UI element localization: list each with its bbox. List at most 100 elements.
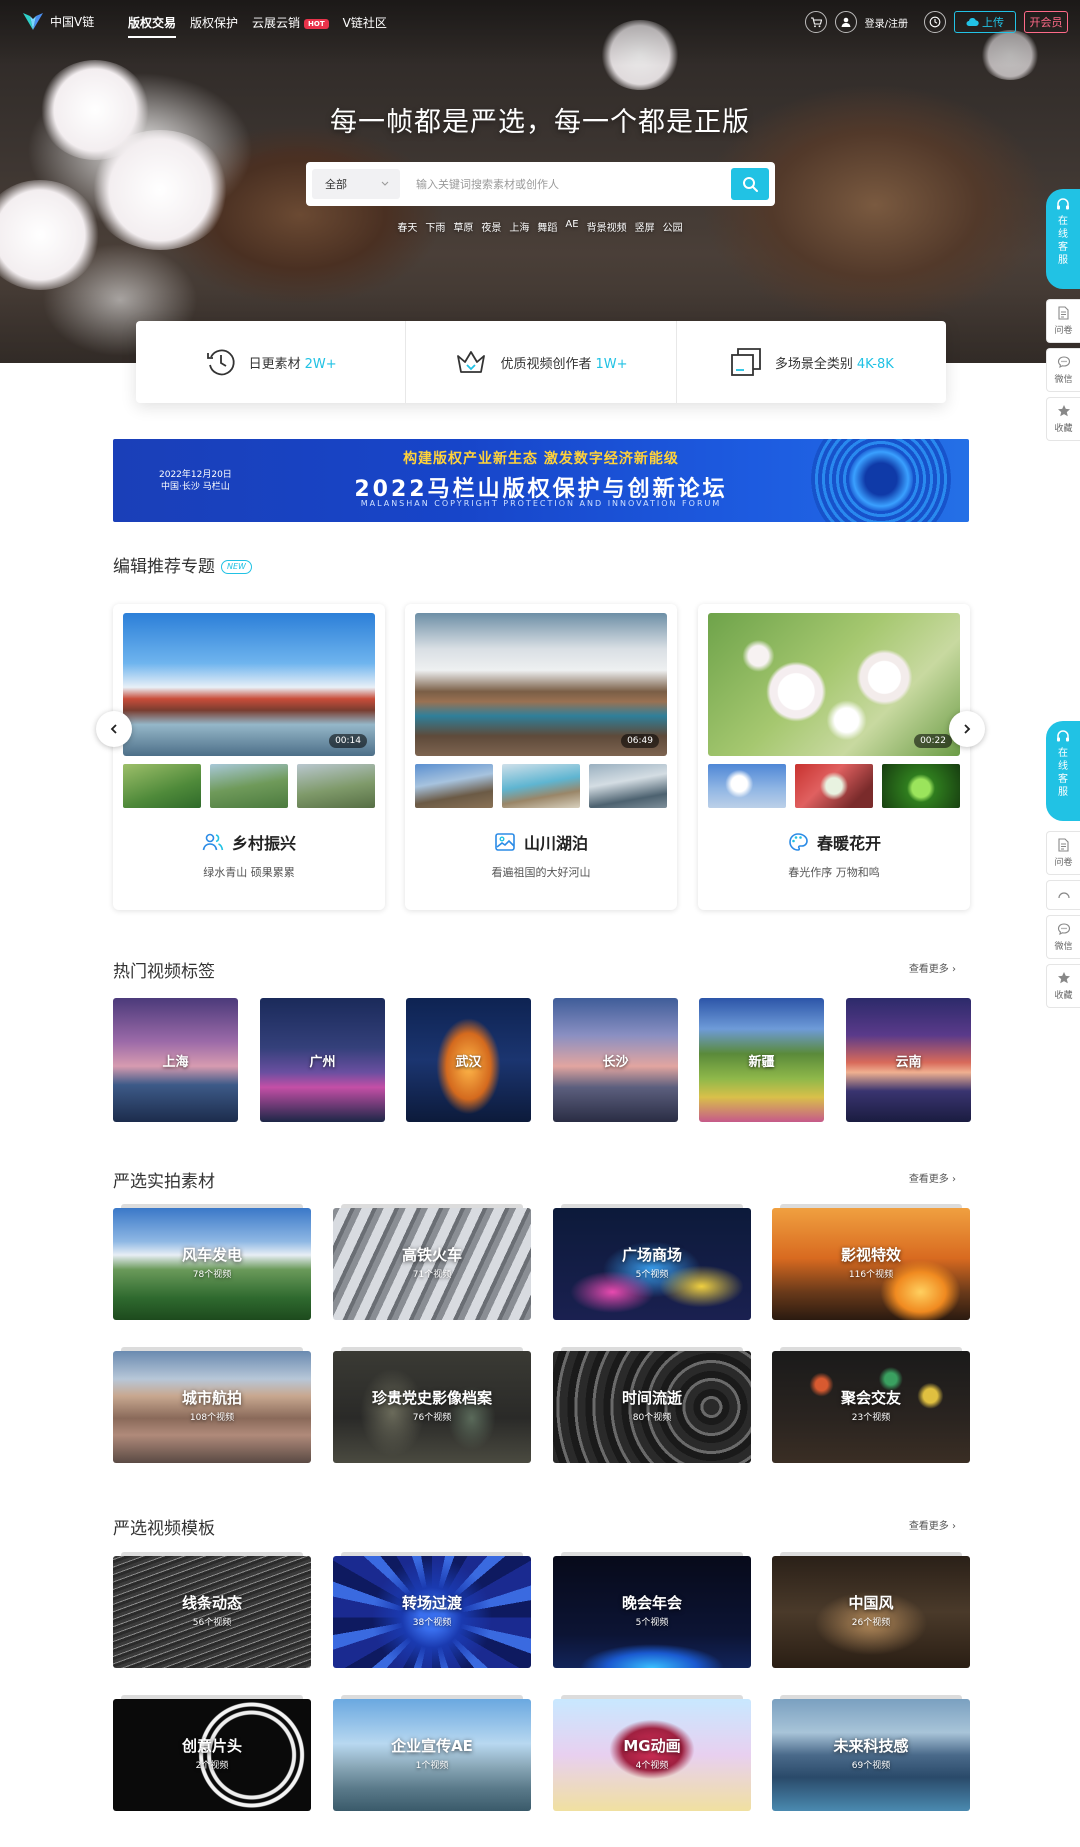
topic-cover[interactable]: 00:14 [123,613,375,756]
stat-categories: 多场景全类别 4K-8K [675,321,946,403]
carousel-prev-button[interactable] [96,711,132,747]
city-tag-card[interactable]: 云南 [846,998,971,1122]
layers-icon [730,348,761,376]
nav-item-community[interactable]: V链社区 [343,14,387,38]
hot-tag[interactable]: 下雨 [425,219,445,234]
login-link[interactable]: 登录/注册 [865,15,908,30]
hot-badge: HOT [304,18,329,29]
template-tile[interactable]: 企业宣传AE 1个视频 [333,1695,531,1811]
nav-item-copyright-protect[interactable]: 版权保护 [190,14,238,38]
tile-label: 转场过渡 [401,1594,462,1612]
cart-button[interactable] [804,11,827,33]
favorite-button[interactable]: 收藏 [1046,397,1080,441]
topic-card[interactable]: 00:14 乡村振兴 绿水青山 硕果累累 [113,604,385,910]
topic-title: 乡村振兴 [113,830,385,854]
footage-tile[interactable]: 风车发电 78个视频 [113,1204,311,1320]
user-avatar-button[interactable] [834,11,857,33]
banner-tagline: 构建版权产业新生态 激发数字经济新能级 [403,451,679,467]
topic-thumbnail[interactable] [297,764,375,808]
nav-item-cloud-sales[interactable]: 云展云销 HOT [252,14,329,38]
history-button[interactable] [924,11,946,33]
stat-daily-materials: 日更素材 2W+ [136,321,405,403]
search-category-select[interactable]: 全部 [312,169,400,199]
template-tile[interactable]: 线条动态 56个视频 [113,1552,311,1668]
city-tag-card[interactable]: 武汉 [406,998,531,1122]
topic-thumbnail[interactable] [210,764,288,808]
topic-cover[interactable]: 00:22 [708,613,960,756]
topic-card[interactable]: 00:22 春暖花开 春光作序 万物和鸣 [698,604,970,910]
city-tag-card[interactable]: 上海 [113,998,238,1122]
hot-tag[interactable]: 公园 [663,219,683,234]
hot-tag[interactable]: 春天 [397,219,417,234]
survey-button[interactable]: 问卷 [1046,299,1080,343]
footage-tile[interactable]: 城市航拍 108个视频 [113,1347,311,1463]
template-tile[interactable]: 创意片头 2个视频 [113,1695,311,1811]
topic-thumbnail[interactable] [502,764,580,808]
view-more-link[interactable]: 查看更多 › [909,960,956,975]
template-tile[interactable]: MG动画 4个视频 [553,1695,751,1811]
survey-button[interactable]: 问卷 [1046,831,1080,875]
tile-count: 80个视频 [632,1413,672,1423]
topic-thumbnail[interactable] [882,764,960,808]
hot-tag[interactable]: 背景视频 [587,219,627,234]
hot-tag[interactable]: 竖屏 [635,219,655,234]
footage-tile[interactable]: 广场商场 5个视频 [553,1204,751,1320]
topic-thumbnail[interactable] [708,764,786,808]
vip-button[interactable]: 开会员 [1024,11,1068,33]
city-tag-card[interactable]: 长沙 [553,998,678,1122]
topic-title: 春暖花开 [698,830,970,854]
city-tag-label: 上海 [162,1054,189,1070]
topic-subtitle: 绿水青山 硕果累累 [203,866,295,879]
template-tile[interactable]: 中国风 26个视频 [772,1552,970,1668]
search-input[interactable] [416,162,716,206]
search-bar: 全部 [306,162,775,206]
template-tile[interactable]: 转场过渡 38个视频 [333,1552,531,1668]
footage-tile[interactable]: 珍贵党史影像档案 76个视频 [333,1347,531,1463]
document-icon [1058,306,1069,320]
stat-value: 2W+ [304,356,337,372]
wechat-button[interactable]: 微信 [1046,915,1080,959]
topic-thumbnail[interactable] [589,764,667,808]
top-navigation: 中国V链 版权交易 版权保护 云展云销 HOT V链社区 登录/注册 上传 开会员 [0,0,1080,46]
hot-tag[interactable]: 上海 [509,219,529,234]
nav-item-copyright-trade[interactable]: 版权交易 [128,14,177,38]
chat-icon [1057,923,1070,936]
topic-card[interactable]: 06:49 山川湖泊 看遍祖国的大好河山 [405,604,677,910]
online-service-button[interactable]: 在 线 客 服 [1046,721,1080,821]
topic-cover[interactable]: 06:49 [415,613,667,756]
logo[interactable]: 中国V链 [22,10,94,32]
template-tile[interactable]: 晚会年会 5个视频 [553,1552,751,1668]
search-icon [742,176,758,192]
upload-button[interactable]: 上传 [954,11,1016,33]
topic-thumbnail[interactable] [123,764,201,808]
city-tag-label: 长沙 [602,1054,629,1070]
carousel-next-button[interactable] [949,711,985,747]
hot-tag[interactable]: AE [565,219,578,234]
stat-label: 优质视频创作者 [500,356,592,372]
online-service-button[interactable]: 在 线 客 服 [1046,189,1080,289]
view-more-link[interactable]: 查看更多 › [909,1170,956,1185]
footage-tile[interactable]: 聚会交友 23个视频 [772,1347,970,1463]
footage-tile[interactable]: 影视特效 116个视频 [772,1204,970,1320]
wechat-button[interactable]: 微信 [1046,348,1080,392]
tile-count: 69个视频 [851,1761,891,1771]
city-tag-card[interactable]: 新疆 [699,998,824,1122]
view-more-link[interactable]: 查看更多 › [909,1517,956,1532]
topic-thumbnail[interactable] [415,764,493,808]
template-tile[interactable]: 未来科技感 69个视频 [772,1695,970,1811]
crown-icon [457,351,486,373]
city-tag-card[interactable]: 广州 [260,998,385,1122]
hot-tag[interactable]: 草原 [453,219,473,234]
palette-icon [789,833,808,851]
topic-thumbnail[interactable] [795,764,873,808]
tile-count: 108个视频 [189,1413,235,1423]
search-button[interactable] [731,168,769,200]
phone-button[interactable] [1046,880,1080,910]
forum-banner[interactable]: 2022年12月20日 中国·长沙 马栏山 构建版权产业新生态 激发数字经济新能… [113,439,969,522]
favorite-button[interactable]: 收藏 [1046,964,1080,1008]
hot-tag[interactable]: 舞蹈 [537,219,557,234]
footage-tile[interactable]: 时间流逝 80个视频 [553,1347,751,1463]
tile-count: 116个视频 [848,1270,894,1280]
footage-tile[interactable]: 高铁火车 71个视频 [333,1204,531,1320]
hot-tag[interactable]: 夜景 [481,219,501,234]
